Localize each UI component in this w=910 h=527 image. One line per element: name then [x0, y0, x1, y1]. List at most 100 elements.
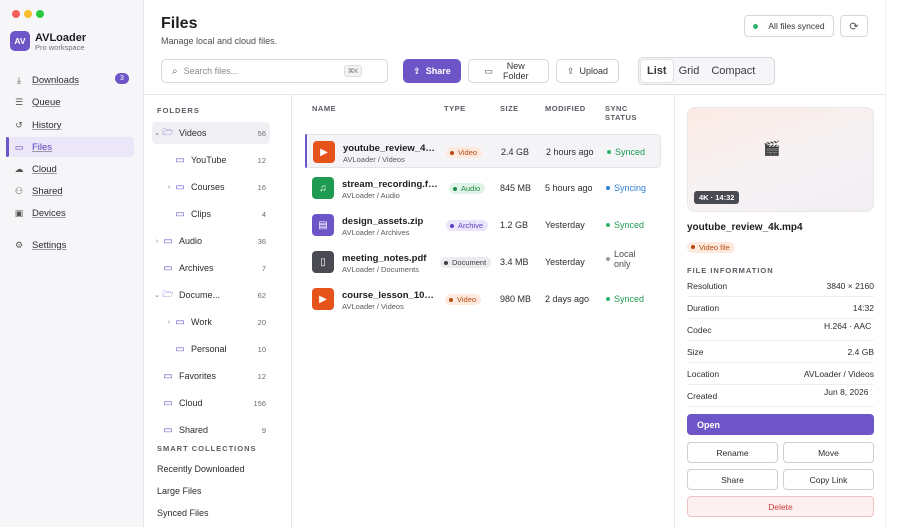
sync-status-text: Synced — [615, 147, 646, 157]
folder-icon: ▭ — [163, 235, 173, 247]
file-modified: Yesterday — [545, 220, 585, 230]
chevron-right-icon[interactable]: › — [152, 238, 162, 245]
folder-item[interactable]: ▭ Shared 9 — [152, 419, 270, 441]
view-compact-tab[interactable]: Compact — [705, 60, 761, 82]
folder-count: 16 — [257, 182, 266, 192]
nav-label: History — [32, 119, 62, 131]
minimize-window-button[interactable] — [24, 10, 32, 18]
view-grid-tab[interactable]: Grid — [673, 60, 706, 82]
info-row: Created Jun 8, 2026 — [687, 385, 874, 407]
sync-dot — [606, 223, 610, 227]
folder-item[interactable]: ▭ Cloud 156 — [152, 392, 270, 414]
open-button[interactable]: Open — [687, 414, 874, 435]
detail-share-button[interactable]: Share — [687, 469, 778, 490]
file-size: 2.4 GB — [501, 147, 530, 157]
column-header-name[interactable]: NAME — [312, 104, 336, 113]
folder-item[interactable]: ▭ Favorites 12 — [152, 365, 270, 387]
delete-button[interactable]: Delete — [687, 496, 874, 517]
folder-count: 9 — [261, 425, 266, 435]
nav-queue[interactable]: ☰ Queue — [8, 92, 134, 112]
folder-item[interactable]: ⌄ 🗁 Videos 56 — [152, 122, 270, 144]
file-type-tag: Video file — [687, 241, 735, 253]
rename-button[interactable]: Rename — [687, 442, 778, 463]
file-path: AVLoader / Archives — [342, 228, 410, 237]
file-row[interactable]: ▶ course_lesson_1080p.mp4AVLoader / Video… — [305, 282, 661, 316]
folder-item[interactable]: ▭ YouTube 12 — [164, 149, 270, 171]
upload-button[interactable]: ⇪ Upload — [556, 59, 619, 83]
chevron-right-icon[interactable]: › — [164, 319, 174, 326]
folder-item[interactable]: › ▭ Courses 16 — [164, 176, 270, 198]
folder-item[interactable]: › ▭ Audio 36 — [152, 230, 270, 252]
file-modified: 2 days ago — [545, 294, 590, 304]
folder-name: Videos — [179, 128, 207, 138]
file-row[interactable]: ▶ youtube_review_4k.mp4AVLoader / Videos V… — [305, 134, 661, 168]
file-row[interactable]: ▤ design_assets.zip AVLoader / Archives Arc… — [305, 208, 661, 242]
collection-recently-downloaded[interactable]: Recently Downloaded — [157, 464, 245, 474]
sync-dot — [606, 297, 610, 301]
file-name: youtube_review_4k.mp4 — [343, 143, 439, 154]
page-subtitle: Manage local and cloud files. — [161, 36, 278, 46]
nav-cloud[interactable]: ☁ Cloud — [8, 159, 134, 179]
nav-devices[interactable]: ▣ Devices — [8, 203, 134, 223]
refresh-button[interactable]: ⟳ — [840, 15, 868, 37]
file-size: 1.2 GB — [500, 220, 529, 230]
new-folder-button[interactable]: ▭ New Folder — [468, 59, 549, 83]
column-header-type[interactable]: TYPE — [444, 104, 466, 113]
column-header-modified[interactable]: MODIFIED — [545, 104, 586, 113]
folder-item[interactable]: ▭ Personal 10 — [164, 338, 270, 360]
column-header-sync[interactable]: SYNC STATUS — [605, 104, 645, 122]
folder-item[interactable]: ⌄ 🗁 Docume... 62 — [152, 284, 270, 306]
sync-status-text: Synced — [614, 220, 645, 230]
chevron-down-icon[interactable]: ⌄ — [152, 291, 162, 299]
file-type-tag: Video — [446, 147, 483, 158]
info-row: Size 2.4 GB — [687, 341, 874, 363]
collection-large-files[interactable]: Large Files — [157, 486, 202, 496]
chevron-right-icon[interactable]: › — [164, 184, 174, 191]
details-divider — [674, 95, 675, 527]
folder-count: 7 — [261, 263, 266, 273]
folder-count: 56 — [257, 128, 266, 138]
sync-status-text: Local only — [614, 249, 636, 269]
sync-status-pill[interactable]: All files synced — [744, 15, 834, 37]
folder-icon: ▭ — [163, 370, 173, 382]
workspace-name: Pro workspace — [35, 43, 85, 52]
zoom-window-button[interactable] — [36, 10, 44, 18]
close-window-button[interactable] — [12, 10, 20, 18]
nav-label: Devices — [32, 207, 66, 219]
nav-history[interactable]: ↺ History — [8, 115, 134, 135]
chevron-down-icon[interactable]: ⌄ — [152, 129, 162, 137]
nav-settings[interactable]: ⚙ Settings — [8, 235, 134, 255]
collection-synced-files[interactable]: Synced Files — [157, 508, 209, 518]
file-type-tag: Archive — [446, 220, 489, 231]
column-header-size[interactable]: SIZE — [500, 104, 519, 113]
file-name: meeting_notes.pdf — [342, 253, 427, 264]
folder-count: 4 — [261, 209, 266, 219]
view-switcher: List Grid Compact — [638, 57, 775, 85]
folder-item[interactable]: ▭ Clips 4 — [164, 203, 270, 225]
sync-dot — [606, 186, 610, 190]
detail-type-tag: Video file — [687, 240, 735, 253]
search-input[interactable] — [183, 66, 344, 76]
nav-shared[interactable]: ⚇ Shared — [8, 181, 134, 201]
app-logo: AV — [10, 31, 30, 51]
move-button[interactable]: Move — [783, 442, 874, 463]
share-button[interactable]: ⇪ Share — [403, 59, 461, 83]
info-value: 2.4 GB — [847, 347, 874, 357]
share-label: Share — [425, 66, 451, 76]
nav-label: Queue — [32, 96, 61, 108]
file-row[interactable]: ▯ meeting_notes.pdf AVLoader / Documents Do… — [305, 245, 661, 279]
copy-link-button[interactable]: Copy Link — [783, 469, 874, 490]
nav-files[interactable]: ▭ Files — [8, 137, 134, 157]
search-box[interactable]: ⌕ ⌘K — [161, 59, 388, 83]
window-scroll-area[interactable] — [885, 0, 910, 527]
info-value: 3840 × 2160 — [826, 281, 874, 291]
folder-item[interactable]: ▭ Archives 7 — [152, 257, 270, 279]
file-modified: 2 hours ago — [546, 147, 594, 157]
monitor-icon: ▣ — [14, 207, 24, 218]
file-row[interactable]: ♫ stream_recording.flac AVLoader / Audio Au… — [305, 171, 661, 205]
folder-item[interactable]: › ▭ Work 20 — [164, 311, 270, 333]
view-list-tab[interactable]: List — [641, 60, 673, 82]
folder-icon: ▭ — [175, 181, 185, 193]
file-path: AVLoader / Audio — [342, 191, 400, 200]
detail-file-name: youtube_review_4k.mp4 — [687, 222, 803, 233]
